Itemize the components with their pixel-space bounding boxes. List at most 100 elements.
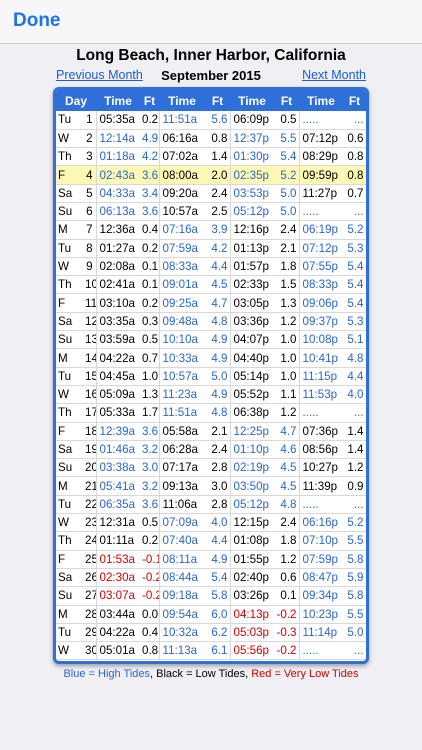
day-number-cell: 3 (83, 147, 97, 167)
tide-height-cell: 0.8 (343, 147, 366, 167)
day-of-week-cell: Th (56, 147, 83, 167)
tide-height-cell: 5.2 (343, 220, 366, 240)
tide-time-cell: 04:22a (96, 348, 141, 368)
tide-height-cell: 0.5 (274, 111, 300, 130)
tide-time-cell: 07:12p (299, 129, 344, 149)
tide-height-cell: 0.5 (140, 513, 160, 533)
tide-time-cell: 12:25p (230, 422, 275, 441)
day-number-cell: 16 (83, 385, 97, 405)
tide-time-cell: 08:11a (159, 550, 206, 569)
tide-time-cell: 03:50p (230, 476, 275, 496)
tide-height-cell: 2.1 (274, 239, 300, 258)
tide-height-cell: 3.2 (140, 440, 160, 460)
day-of-week-cell: Su (56, 202, 83, 222)
day-number-cell: 11 (83, 293, 97, 313)
tide-height-cell: 0.2 (140, 239, 160, 258)
tide-time-cell: 10:33a (159, 348, 206, 368)
day-of-week-cell: F (56, 165, 83, 185)
navigation-bar: Done (0, 0, 422, 44)
tide-height-cell: 0.4 (140, 623, 160, 643)
tide-time-cell: 02:19p (230, 458, 275, 478)
tide-time-cell: ..... (299, 495, 344, 515)
day-of-week-cell: W (56, 385, 83, 405)
tide-time-cell: 06:16p (299, 513, 344, 533)
tide-time-cell: 09:01a (159, 275, 206, 295)
tide-height-cell: -0.3 (274, 623, 300, 643)
tide-time-cell: 01:18a (96, 147, 141, 167)
tide-height-cell: 5.2 (343, 513, 366, 533)
tide-height-cell: 2.1 (205, 422, 231, 441)
tide-height-cell: 0.9 (343, 476, 366, 496)
tide-height-cell: -0.2 (274, 605, 300, 624)
tide-height-cell: 3.9 (205, 220, 231, 240)
day-number-cell: 14 (83, 348, 97, 368)
tide-height-cell: -0.1 (140, 550, 160, 569)
station-title: Long Beach, Inner Harbor, California (76, 47, 346, 64)
table-row: F1812:39a3.605:58a2.112:25p4.707:36p1.4 (56, 422, 366, 441)
day-number-cell: 18 (83, 422, 97, 441)
legend-low: Black = Low Tides (156, 668, 246, 680)
tide-height-cell: 0.2 (140, 531, 160, 551)
tide-time-cell: 10:32a (159, 623, 206, 643)
tide-time-cell: 12:15p (230, 513, 275, 533)
tide-height-cell: 0.8 (205, 129, 231, 149)
tide-height-cell: 5.8 (343, 550, 366, 569)
day-number-cell: 2 (83, 129, 97, 149)
header-time-3: Time (230, 90, 275, 111)
tide-time-cell: 07:10p (299, 531, 344, 551)
tide-height-cell: 0.8 (343, 165, 366, 185)
table-row: F 11 03:10a 0.2 09:25a 4.7 03:05p 1.3 09:06p 5.4 (56, 293, 366, 313)
day-number-cell: 25 (83, 550, 97, 569)
tide-time-cell: 11:13a (159, 641, 206, 661)
tide-height-cell: 2.4 (205, 440, 231, 460)
tide-time-cell: 01:57p (230, 257, 275, 277)
tide-height-cell: 0.1 (140, 275, 160, 295)
next-month-link[interactable]: Next Month (302, 68, 366, 82)
tide-time-cell: 11:51a (159, 403, 206, 423)
tide-height-cell: 1.0 (274, 330, 300, 350)
tide-height-cell: 0.2 (140, 293, 160, 313)
tide-height-cell: 1.8 (274, 257, 300, 277)
tide-height-cell: 5.0 (274, 184, 300, 203)
tide-time-cell: 09:37p (299, 312, 344, 332)
tide-time-cell: 02:41a (96, 275, 141, 295)
header-time-2: Time (159, 90, 206, 111)
day-number-cell: 30 (83, 641, 97, 661)
tide-height-cell: 5.5 (343, 531, 366, 551)
tide-height-cell: 4.7 (205, 293, 231, 313)
tide-height-cell: 4.2 (140, 147, 160, 167)
day-of-week-cell: F (56, 550, 83, 569)
tide-time-cell: 04:07p (230, 330, 275, 350)
tide-height-cell: 6.1 (205, 641, 231, 661)
tide-time-cell: 12:16p (230, 220, 275, 240)
day-of-week-cell: Tu (56, 367, 83, 386)
day-of-week-cell: Su (56, 458, 83, 478)
tide-height-cell: ... (343, 495, 366, 515)
tide-time-cell: 06:38p (230, 403, 275, 423)
tide-height-cell: 0.0 (140, 605, 160, 624)
day-of-week-cell: Th (56, 275, 83, 295)
day-of-week-cell: Sa (56, 440, 83, 460)
done-button[interactable]: Done (13, 10, 61, 32)
month-navigation: Previous Month September 2015 Next Month (0, 68, 422, 86)
tide-time-cell: 07:17a (159, 458, 206, 478)
table-row: Tu 1 05:35a 0.2 11:51a 5.6 06:09p 0.5........ (56, 111, 366, 130)
tide-time-cell: 02:30a (96, 568, 141, 588)
tide-time-cell: ..... (299, 403, 344, 423)
tide-height-cell: 0.6 (274, 568, 300, 588)
tide-height-cell: 3.6 (140, 165, 160, 185)
day-of-week-cell: Sa (56, 568, 83, 588)
tide-time-cell: 04:40p (230, 348, 275, 368)
tide-height-cell: 3.6 (140, 495, 160, 515)
tide-height-cell: 4.4 (205, 257, 231, 277)
tide-time-cell: 03:10a (96, 293, 141, 313)
table-row: Tu1504:45a1.010:57a5.005:14p1.011:15p4.4 (56, 367, 366, 386)
tide-height-cell: 6.2 (205, 623, 231, 643)
table-row: Sa1901:46a3.206:28a2.401:10p4.608:56p1.4 (56, 440, 366, 460)
tide-height-cell: 1.4 (343, 440, 366, 460)
tide-height-cell: 6.0 (205, 605, 231, 624)
tide-height-cell: 5.0 (343, 623, 366, 643)
tide-time-cell: 06:35a (96, 495, 141, 515)
tide-time-cell: 02:40p (230, 568, 275, 588)
tide-height-cell: 1.2 (274, 403, 300, 423)
